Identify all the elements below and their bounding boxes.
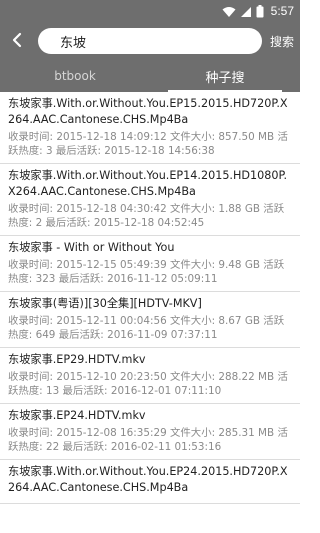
- tab-btbook[interactable]: btbook: [0, 60, 150, 92]
- tab-bar: btbook 种子搜: [0, 60, 300, 92]
- back-button[interactable]: [4, 28, 30, 56]
- item-meta: 收录时间: 2015-12-10 20:23:50 文件大小: 288.22 M…: [8, 371, 288, 397]
- tab-label: btbook: [54, 69, 96, 83]
- wifi-icon: [222, 3, 236, 22]
- item-title: 东坡家事(粤语)][30全集][HDTV-MKV]: [8, 297, 202, 310]
- arrow-left-icon: [12, 32, 22, 52]
- item-meta: 收录时间: 2015-12-18 04:30:42 文件大小: 1.88 GB …: [8, 203, 285, 229]
- item-title: 东坡家事.With.or.Without.You.EP15.2015.HD720…: [8, 97, 288, 126]
- toolbar: 搜索: [0, 24, 300, 60]
- list-item[interactable]: 东坡家事 - With or Without You 收录时间: 2015-12…: [0, 236, 300, 292]
- item-title: 东坡家事.EP29.HDTV.mkv: [8, 353, 146, 366]
- list-item[interactable]: 东坡家事.With.or.Without.You.EP24.2015.HD720…: [0, 460, 300, 504]
- item-title: 东坡家事.With.or.Without.You.EP24.2015.HD720…: [8, 465, 288, 494]
- signal-icon: [240, 3, 252, 22]
- list-item[interactable]: 东坡家事.With.or.Without.You.EP14.2015.HD108…: [0, 164, 300, 236]
- clock: 5:57: [270, 4, 294, 18]
- battery-icon: [256, 3, 264, 22]
- item-title: 东坡家事 - With or Without You: [8, 241, 175, 254]
- item-meta: 收录时间: 2015-12-18 14:09:12 文件大小: 857.50 M…: [8, 131, 288, 157]
- search-input[interactable]: [60, 28, 256, 54]
- list-item[interactable]: 东坡家事(粤语)][30全集][HDTV-MKV] 收录时间: 2015-12-…: [0, 292, 300, 348]
- item-meta: 收录时间: 2015-12-15 05:49:39 文件大小: 9.48 GB …: [8, 259, 285, 285]
- item-title: 东坡家事.With.or.Without.You.EP14.2015.HD108…: [8, 169, 288, 198]
- list-item[interactable]: 东坡家事.EP29.HDTV.mkv 收录时间: 2015-12-10 20:2…: [0, 348, 300, 404]
- status-icons: [222, 3, 264, 22]
- results-list: 东坡家事.With.or.Without.You.EP15.2015.HD720…: [0, 92, 300, 533]
- search-box: [38, 28, 262, 54]
- search-button[interactable]: 搜索: [270, 33, 294, 50]
- list-item[interactable]: 东坡家事.EP24.HDTV.mkv 收录时间: 2015-12-08 16:3…: [0, 404, 300, 460]
- item-meta: 收录时间: 2015-12-08 16:35:29 文件大小: 285.31 M…: [8, 427, 288, 453]
- app-header: 5:57 搜索 btbook 种子搜: [0, 0, 300, 92]
- item-title: 东坡家事.EP24.HDTV.mkv: [8, 409, 146, 422]
- item-meta: 收录时间: 2015-12-11 00:04:56 文件大小: 8.67 GB …: [8, 315, 285, 341]
- status-bar: 5:57: [0, 0, 300, 24]
- list-item[interactable]: 东坡家事.With.or.Without.You.EP15.2015.HD720…: [0, 92, 300, 164]
- tab-zhongzisou[interactable]: 种子搜: [150, 60, 300, 92]
- tab-label: 种子搜: [205, 70, 245, 86]
